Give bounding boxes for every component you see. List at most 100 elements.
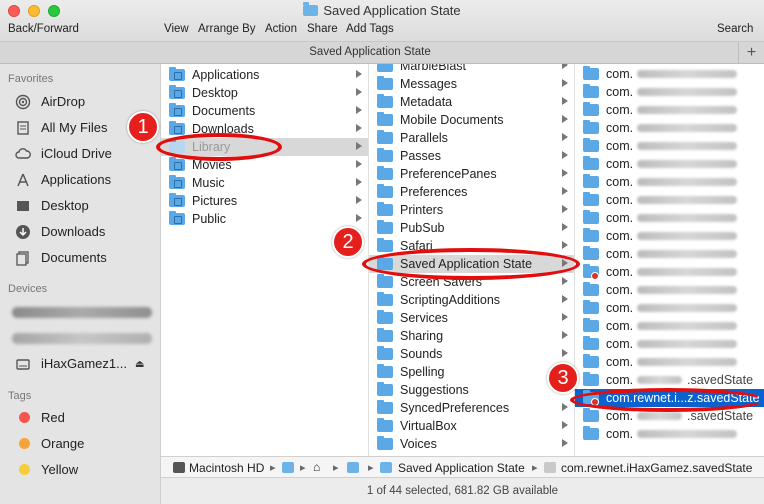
saved-state-row[interactable]: com. [575, 263, 764, 281]
saved-state-row[interactable]: com. [575, 101, 764, 119]
action-button[interactable]: Action [265, 23, 297, 35]
tab-saved-application-state[interactable]: Saved Application State [0, 46, 740, 58]
sidebar-item-downloads[interactable]: Downloads [0, 220, 160, 244]
saved-state-row[interactable]: com. [575, 137, 764, 155]
folder-row[interactable]: Preferences [369, 183, 574, 201]
folder-row[interactable]: Messages [369, 75, 574, 93]
home-icon[interactable]: ⌂ [313, 460, 320, 474]
annotation-ellipse-library [156, 133, 282, 161]
saved-state-row[interactable]: com. [575, 353, 764, 371]
saved-state-row[interactable]: com. [575, 425, 764, 443]
share-button[interactable]: Share [307, 23, 338, 35]
folder-row[interactable]: Music [161, 174, 368, 192]
folder-icon [169, 157, 185, 171]
folder-icon [583, 246, 599, 260]
redacted-text [637, 340, 737, 348]
saved-state-row[interactable]: com. [575, 83, 764, 101]
view-button[interactable]: View [164, 23, 189, 35]
folder-icon [583, 66, 599, 80]
item-label: com. [606, 67, 634, 81]
saved-state-row[interactable]: com. [575, 245, 764, 263]
new-tab-button[interactable]: + [738, 42, 764, 64]
path-item-savedstate[interactable]: com.rewnet.iHaxGamez.savedState [561, 461, 752, 475]
saved-state-row[interactable]: com. [575, 155, 764, 173]
folder-icon [377, 112, 393, 126]
redacted-device-name [12, 307, 152, 318]
tag-red-icon [19, 412, 30, 423]
path-separator-icon: ▸ [368, 462, 374, 474]
sidebar-item-documents[interactable]: Documents [0, 246, 160, 270]
sidebar-item-remote-disc[interactable] [0, 326, 160, 350]
sidebar-item-airdrop[interactable]: AirDrop [0, 90, 160, 114]
folder-icon [377, 274, 393, 288]
sidebar-item-tag-red[interactable]: Red [0, 406, 160, 430]
folder-icon [303, 2, 319, 16]
folder-row[interactable]: SyncedPreferences [369, 399, 574, 417]
folder-row[interactable]: Sharing [369, 327, 574, 345]
saved-state-row[interactable]: com. [575, 281, 764, 299]
folder-row[interactable]: VirtualBox [369, 417, 574, 435]
redacted-text [637, 412, 682, 420]
folder-row[interactable]: MarbleBlast [369, 64, 574, 75]
folder-row[interactable]: Services [369, 309, 574, 327]
eject-icon[interactable]: ⏏ [135, 359, 144, 370]
item-label: Services [400, 311, 448, 325]
folder-row[interactable]: PreferencePanes [369, 165, 574, 183]
disclosure-arrow-icon [562, 205, 568, 213]
sidebar-item-label: Red [41, 410, 65, 425]
folder-icon [377, 64, 393, 72]
folder-row[interactable]: ScriptingAdditions [369, 291, 574, 309]
path-item-saved-application-state[interactable]: Saved Application State [398, 461, 525, 475]
sidebar-item-desktop[interactable]: Desktop [0, 194, 160, 218]
redacted-device-name [12, 333, 152, 344]
folder-row[interactable]: Metadata [369, 93, 574, 111]
folder-row[interactable]: Documents [161, 102, 368, 120]
arrange-by-button[interactable]: Arrange By [198, 23, 256, 35]
redacted-text [637, 430, 737, 438]
item-label: com. [606, 85, 634, 99]
folder-row[interactable]: Sounds [369, 345, 574, 363]
folder-row[interactable]: Parallels [369, 129, 574, 147]
path-item-users-folder-icon[interactable] [282, 462, 294, 473]
path-item-library-folder-icon[interactable] [347, 462, 359, 473]
sidebar-item-ihaxgamez-drive[interactable]: iHaxGamez1... ⏏ [0, 352, 160, 376]
search-button[interactable]: Search [717, 23, 753, 35]
path-item-macintosh-hd[interactable]: Macintosh HD [189, 461, 264, 475]
disclosure-arrow-icon [562, 241, 568, 249]
saved-state-row[interactable]: com. [575, 335, 764, 353]
add-tags-button[interactable]: Add Tags [346, 23, 394, 35]
folder-row[interactable]: Applications [161, 66, 368, 84]
folder-row[interactable]: Printers [369, 201, 574, 219]
folder-row[interactable]: Desktop [161, 84, 368, 102]
item-label: com. [606, 427, 634, 441]
folder-row[interactable]: Pictures [161, 192, 368, 210]
saved-state-row[interactable]: com. [575, 173, 764, 191]
saved-state-row[interactable]: com. [575, 299, 764, 317]
folder-row[interactable]: Public [161, 210, 368, 228]
folder-row[interactable]: Mobile Documents [369, 111, 574, 129]
folder-row[interactable]: Passes [369, 147, 574, 165]
saved-state-row[interactable]: com. [575, 119, 764, 137]
saved-state-row[interactable]: com. .savedState [575, 371, 764, 389]
back-forward-button[interactable]: Back/Forward [8, 23, 79, 35]
sidebar-item-device-redacted[interactable] [0, 300, 160, 324]
saved-state-row[interactable]: com. [575, 65, 764, 83]
folder-row[interactable]: Voices [369, 435, 574, 453]
sidebar-item-applications[interactable]: Applications [0, 168, 160, 192]
saved-state-row[interactable]: com. [575, 191, 764, 209]
annotation-number-3: 3 [547, 362, 579, 394]
sidebar-item-label: iHaxGamez1... [41, 356, 127, 371]
sidebar-item-tag-orange[interactable]: Orange [0, 432, 160, 456]
disclosure-arrow-icon [356, 214, 362, 222]
folder-row[interactable]: PubSub [369, 219, 574, 237]
redacted-text [637, 142, 737, 150]
sidebar-item-icloud-drive[interactable]: iCloud Drive [0, 142, 160, 166]
folder-row[interactable]: Suggestions [369, 381, 574, 399]
saved-state-row[interactable]: com. [575, 209, 764, 227]
sidebar-item-label: Yellow [41, 462, 79, 477]
documents-icon [16, 251, 29, 266]
folder-row[interactable]: Spelling [369, 363, 574, 381]
disclosure-arrow-icon [356, 70, 362, 78]
saved-state-row[interactable]: com. [575, 227, 764, 245]
saved-state-row[interactable]: com. [575, 317, 764, 335]
